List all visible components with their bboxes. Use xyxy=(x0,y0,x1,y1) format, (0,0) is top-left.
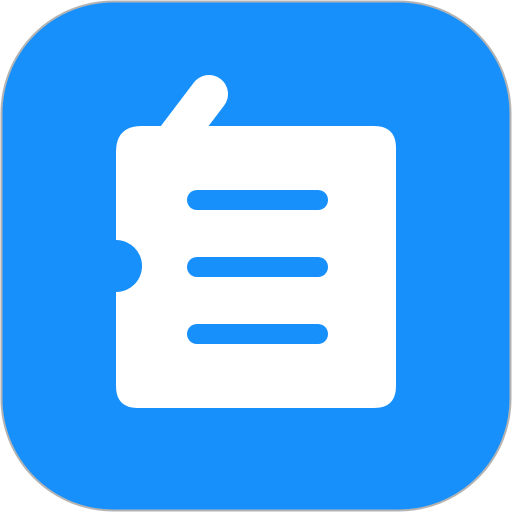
notes-icon xyxy=(0,0,512,512)
app-icon[interactable] xyxy=(0,0,512,512)
